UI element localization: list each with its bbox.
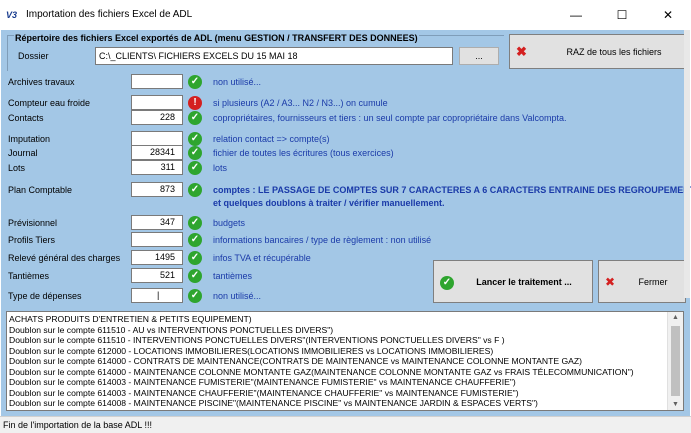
close-button-label: Fermer: [638, 277, 668, 287]
log-lines: ACHATS PRODUITS D'ENTRETIEN & PETITS EQU…: [9, 314, 669, 409]
row-description: non utilisé...: [213, 291, 262, 301]
check-icon: ✓: [188, 111, 202, 125]
close-x-icon: ✖: [605, 275, 616, 289]
row-label: Profils Tiers: [8, 235, 56, 245]
launch-button-label: Lancer le traitement ...: [476, 277, 572, 287]
log-line: Doublon sur le compte 614008 - MAINTENAN…: [9, 398, 538, 408]
row-label: Compteur eau froide: [8, 98, 91, 108]
row-description: fichier de toutes les écritures (tous ex…: [213, 148, 394, 158]
check-icon: ✓: [188, 183, 202, 197]
log-line: Doublon sur le compte 611510 - AU vs INT…: [9, 324, 334, 335]
maximize-button[interactable]: ☐: [599, 0, 645, 30]
scroll-up-icon[interactable]: ▲: [668, 314, 683, 321]
row-description-line2: et quelques doublons à traiter / vérifie…: [213, 198, 445, 208]
row-label: Journal: [8, 148, 38, 158]
row-label: Relevé général des charges: [8, 253, 121, 263]
row-count-input[interactable]: [131, 95, 183, 110]
row-description: tantièmes: [213, 271, 253, 281]
directory-group: Répertoire des fichiers Excel exportés d…: [7, 33, 504, 71]
log-line: Doublon sur le compte 614000 - MAINTENAN…: [9, 366, 634, 377]
row-description: comptes : LE PASSAGE DE COMPTES SUR 7 CA…: [213, 185, 691, 195]
log-line: ACHATS PRODUITS D'ENTRETIEN & PETITS EQU…: [9, 314, 252, 324]
close-button[interactable]: ✖ Fermer: [598, 260, 686, 303]
log-line: Doublon sur le compte 614003 - MAINTENAN…: [9, 377, 516, 387]
row-count-input[interactable]: 873: [131, 182, 183, 197]
status-text: Fin de l'importation de la base ADL !!!: [3, 420, 152, 430]
raz-button-label: RAZ de tous les fichiers: [566, 47, 662, 57]
check-icon: ✓: [188, 289, 202, 303]
minimize-button[interactable]: —: [553, 0, 599, 30]
row-count-input[interactable]: [131, 74, 183, 89]
red-x-icon: ✖: [516, 44, 527, 59]
close-window-button[interactable]: ✕: [645, 0, 691, 30]
row-count-input[interactable]: |: [131, 288, 183, 303]
app-logo-icon: V3: [6, 10, 18, 20]
check-icon: ✓: [188, 75, 202, 89]
row-label: Imputation: [8, 134, 51, 144]
row-count-input[interactable]: 347: [131, 215, 183, 230]
row-description: relation contact => compte(s): [213, 134, 330, 144]
dossier-input[interactable]: C:\_CLIENTS\ FICHIERS EXCELS DU 15 MAI 1…: [95, 47, 453, 65]
panel-scrollbar[interactable]: [684, 30, 690, 298]
check-icon: ✓: [188, 161, 202, 175]
check-icon: ✓: [188, 132, 202, 146]
row-count-input[interactable]: 228: [131, 110, 183, 125]
check-icon: ✓: [188, 146, 202, 160]
row-count-input[interactable]: 311: [131, 160, 183, 175]
raz-all-files-button[interactable]: ✖ RAZ de tous les fichiers: [509, 34, 686, 69]
log-line: Doublon sur le compte 612000 - LOCATIONS…: [9, 345, 494, 356]
row-count-input[interactable]: 1495: [131, 250, 183, 265]
warning-icon: !: [188, 96, 202, 110]
row-count-input[interactable]: [131, 131, 183, 146]
row-description: si plusieurs (A2 / A3... N2 / N3...) on …: [213, 98, 388, 108]
launch-processing-button[interactable]: ✓ Lancer le traitement ...: [433, 260, 593, 303]
row-label: Prévisionnel: [8, 218, 58, 228]
row-label: Tantièmes: [8, 271, 50, 281]
browse-button[interactable]: ...: [459, 47, 499, 65]
row-description: copropriétaires, fournisseurs et tiers :…: [213, 113, 567, 123]
status-bar: Fin de l'importation de la base ADL !!!: [0, 416, 691, 433]
row-label: Type de dépenses: [8, 291, 82, 301]
title-bar: V3 Importation des fichiers Excel de ADL…: [0, 0, 691, 30]
row-label: Archives travaux: [8, 77, 75, 87]
row-description: budgets: [213, 218, 246, 228]
row-count-input[interactable]: [131, 232, 183, 247]
check-icon: ✓: [188, 233, 202, 247]
scroll-down-icon[interactable]: ▼: [668, 401, 683, 408]
row-label: Contacts: [8, 113, 44, 123]
row-description: lots: [213, 163, 228, 173]
window-title: Importation des fichiers Excel de ADL: [26, 9, 193, 20]
row-label: Lots: [8, 163, 26, 173]
log-line: Doublon sur le compte 614003 - MAINTENAN…: [9, 387, 519, 398]
main-panel: Répertoire des fichiers Excel exportés d…: [1, 30, 691, 416]
check-icon: ✓: [188, 216, 202, 230]
log-scrollbar[interactable]: ▲ ▼: [667, 312, 683, 410]
row-label: Plan Comptable: [8, 185, 73, 195]
check-icon: ✓: [188, 269, 202, 283]
check-icon: ✓: [440, 276, 454, 290]
row-count-input[interactable]: 521: [131, 268, 183, 283]
scroll-thumb[interactable]: [671, 326, 680, 396]
log-textarea[interactable]: ACHATS PRODUITS D'ENTRETIEN & PETITS EQU…: [6, 311, 684, 411]
row-description: informations bancaires / type de règleme…: [213, 235, 432, 245]
log-line: Doublon sur le compte 614000 - CONTRATS …: [9, 356, 583, 366]
row-description: non utilisé...: [213, 77, 262, 87]
row-description: infos TVA et récupérable: [213, 253, 311, 263]
row-count-input[interactable]: 28341: [131, 145, 183, 160]
directory-legend: Répertoire des fichiers Excel exportés d…: [14, 33, 419, 44]
check-icon: ✓: [188, 251, 202, 265]
dossier-label: Dossier: [18, 51, 49, 61]
log-line: Doublon sur le compte 611510 - INTERVENT…: [9, 335, 505, 345]
